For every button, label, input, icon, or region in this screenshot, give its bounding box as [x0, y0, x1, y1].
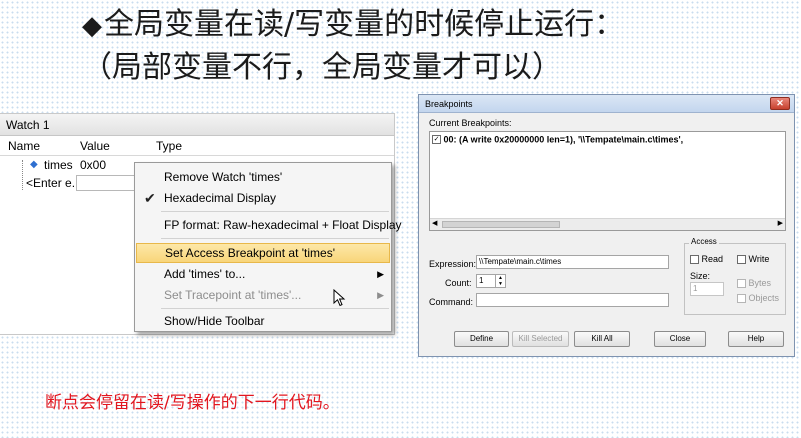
help-button[interactable]: Help — [728, 331, 784, 347]
bytes-option[interactable]: Bytes — [737, 278, 772, 289]
close-icon[interactable]: ✕ — [770, 97, 790, 110]
kill-all-button[interactable]: Kill All — [574, 331, 630, 347]
column-header-value[interactable]: Value — [80, 136, 110, 156]
kill-selected-button[interactable]: Kill Selected — [512, 331, 569, 347]
access-group-label: Access — [689, 237, 719, 246]
access-group: Access Read Write Size: 1 Bytes Objects — [684, 237, 786, 315]
menu-item-fp-format[interactable]: FP format: Raw-hexadecimal + Float Displ… — [136, 215, 402, 235]
close-button[interactable]: Close — [654, 331, 706, 347]
scroll-right-icon[interactable]: ▶ — [778, 219, 783, 227]
bytes-radio[interactable] — [737, 279, 746, 289]
command-label: Command: — [429, 297, 474, 307]
menu-separator — [161, 308, 389, 309]
diamond-bullet-icon: ◆ — [82, 11, 102, 41]
variable-icon: ◆ — [30, 159, 38, 170]
menu-item-set-access-breakpoint[interactable]: Set Access Breakpoint at 'times' — [136, 243, 390, 263]
menu-item-hexadecimal-display[interactable]: ✔ Hexadecimal Display — [136, 188, 390, 208]
command-input[interactable] — [476, 293, 669, 307]
objects-option[interactable]: Objects — [737, 293, 780, 304]
read-label: Read — [701, 254, 724, 264]
menu-item-show-hide-toolbar[interactable]: Show/Hide Toolbar — [136, 311, 390, 331]
watch-header-row: Name Value Type — [0, 136, 394, 156]
watch-row-value[interactable]: 0x00 — [80, 156, 106, 174]
list-horizontal-scrollbar[interactable]: ◀ ▶ — [430, 218, 785, 230]
menu-item-set-tracepoint[interactable]: Set Tracepoint at 'times'... ▶ — [136, 285, 390, 305]
menu-item-remove-watch[interactable]: Remove Watch 'times' — [136, 167, 390, 187]
count-value: 1 — [479, 276, 484, 285]
current-breakpoints-label: Current Breakpoints: — [429, 118, 512, 128]
objects-radio[interactable] — [737, 294, 746, 304]
breakpoint-entry[interactable]: ✓ 00: (A write 0x20000000 len=1), '\\Tem… — [432, 134, 683, 145]
read-checkbox[interactable] — [690, 255, 699, 265]
breakpoints-list[interactable]: ✓ 00: (A write 0x20000000 len=1), '\\Tem… — [429, 131, 786, 231]
define-button[interactable]: Define — [454, 331, 509, 347]
objects-label: Objects — [748, 293, 780, 303]
menu-separator — [161, 211, 389, 212]
count-spinner[interactable]: ▲ ▼ — [495, 275, 505, 287]
check-icon: ✔ — [144, 190, 156, 206]
watch-context-menu: Remove Watch 'times' ✔ Hexadecimal Displ… — [134, 162, 402, 332]
submenu-arrow-icon: ▶ — [377, 290, 384, 300]
size-value: 1 — [693, 284, 698, 293]
read-option[interactable]: Read — [690, 254, 724, 265]
note-text: 断点会停留在读/写操作的下一行代码。 — [45, 393, 340, 413]
menu-item-set-tracepoint-label: Set Tracepoint at 'times'... — [164, 288, 302, 302]
write-option[interactable]: Write — [737, 254, 770, 265]
spin-down-icon[interactable]: ▼ — [496, 281, 505, 287]
mouse-pointer-icon — [333, 289, 346, 307]
heading-line-1-text: 全局变量在读/写变量的时候停止运行： — [104, 7, 625, 42]
submenu-arrow-icon: ▶ — [377, 269, 384, 279]
expression-input[interactable]: \\Tempate\main.c\times — [476, 255, 669, 269]
write-label: Write — [748, 254, 770, 264]
breakpoints-dialog: Breakpoints ✕ Current Breakpoints: ✓ 00:… — [418, 94, 795, 357]
expression-label: Expression: — [429, 259, 477, 269]
breakpoint-enable-checkbox[interactable]: ✓ — [432, 135, 441, 145]
menu-item-add-to-label: Add 'times' to... — [164, 267, 246, 281]
slide-heading: ◆全局变量在读/写变量的时候停止运行： （局部变量不行，全局变量才可以） — [82, 4, 792, 89]
write-checkbox[interactable] — [737, 255, 746, 265]
heading-line-2: （局部变量不行，全局变量才可以） — [82, 50, 562, 85]
count-label: Count: — [445, 278, 472, 288]
breakpoint-entry-text: 00: (A write 0x20000000 len=1), '\\Tempa… — [443, 134, 684, 145]
menu-item-add-to[interactable]: Add 'times' to... ▶ — [136, 264, 390, 284]
enter-expression-cell[interactable]: <Enter e... — [26, 174, 82, 192]
scrollbar-thumb[interactable] — [442, 221, 560, 228]
size-input[interactable]: 1 — [690, 282, 724, 296]
column-header-type[interactable]: Type — [156, 136, 182, 156]
bytes-label: Bytes — [748, 278, 772, 288]
column-header-name[interactable]: Name — [8, 136, 40, 156]
heading-line-1: ◆全局变量在读/写变量的时候停止运行： — [82, 4, 792, 47]
size-label: Size: — [690, 271, 711, 281]
dialog-title: Breakpoints — [419, 95, 794, 113]
watch-window-title: Watch 1 — [0, 114, 394, 136]
menu-separator — [161, 238, 389, 239]
scroll-left-icon[interactable]: ◀ — [432, 219, 437, 227]
watch-row-name[interactable]: times — [44, 156, 73, 174]
menu-item-hexadecimal-label: Hexadecimal Display — [164, 191, 277, 205]
